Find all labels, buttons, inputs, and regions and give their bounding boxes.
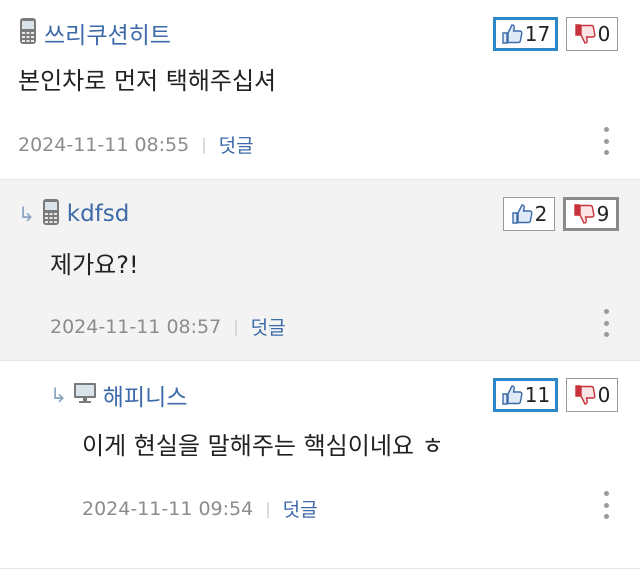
reply-arrow-icon: ↳ xyxy=(18,202,35,226)
comment-author[interactable]: 해피니스 xyxy=(103,378,188,412)
thumbs-down-icon xyxy=(574,23,596,45)
comment-timestamp: 2024-11-11 08:55 xyxy=(18,133,190,156)
upvote-count: 2 xyxy=(534,202,548,226)
more-options-icon[interactable] xyxy=(600,309,612,337)
thumbs-down-icon xyxy=(573,203,595,225)
comment-header: 쓰리쿠션히트 xyxy=(18,16,171,50)
upvote-button[interactable]: 17 xyxy=(493,17,558,51)
thumbs-down-icon xyxy=(574,384,596,406)
comment-header: ↳ 해피니스 xyxy=(50,378,188,412)
downvote-count: 0 xyxy=(597,383,611,407)
upvote-button[interactable]: 11 xyxy=(493,378,558,412)
meta-separator: | xyxy=(265,499,271,518)
vote-group: 17 0 xyxy=(493,17,618,51)
comment-meta: 2024-11-11 09:54 | 덧글 xyxy=(82,495,318,522)
comment-item: ↳ kdfsd 2 9 제가요?! 2024-11-11 08:57 | 덧글 xyxy=(0,180,640,361)
reply-link[interactable]: 덧글 xyxy=(251,313,286,340)
reply-arrow-icon: ↳ xyxy=(50,383,67,407)
thumbs-up-icon xyxy=(501,23,523,45)
comment-body: 제가요?! xyxy=(50,251,139,279)
desktop-computer-icon xyxy=(73,381,97,409)
upvote-count: 17 xyxy=(524,22,551,46)
mobile-phone-icon xyxy=(18,17,38,49)
comment-timestamp: 2024-11-11 08:57 xyxy=(50,315,222,338)
meta-separator: | xyxy=(233,317,239,336)
comment-timestamp: 2024-11-11 09:54 xyxy=(82,497,254,520)
vote-group: 2 9 xyxy=(503,197,619,231)
thumbs-up-icon xyxy=(501,384,523,406)
downvote-count: 9 xyxy=(596,202,610,226)
comment-body: 본인차로 먼저 택해주십셔 xyxy=(18,67,277,95)
reply-link[interactable]: 덧글 xyxy=(219,131,254,158)
upvote-count: 11 xyxy=(524,383,551,407)
downvote-button[interactable]: 0 xyxy=(566,17,618,51)
downvote-button[interactable]: 0 xyxy=(566,378,618,412)
comment-body: 이게 현실을 말해주는 핵심이네요 ㅎ xyxy=(82,432,444,460)
comment-author[interactable]: kdfsd xyxy=(67,201,130,227)
downvote-button[interactable]: 9 xyxy=(563,197,619,231)
reply-link[interactable]: 덧글 xyxy=(283,495,318,522)
comment-author[interactable]: 쓰리쿠션히트 xyxy=(44,16,171,50)
more-options-icon[interactable] xyxy=(600,491,612,519)
comment-item: ↳ 해피니스 11 0 이게 현실을 말해주는 핵심이네요 ㅎ 2024-11- xyxy=(0,361,640,569)
upvote-button[interactable]: 2 xyxy=(503,197,555,231)
mobile-phone-icon xyxy=(41,198,61,230)
vote-group: 11 0 xyxy=(493,378,618,412)
downvote-count: 0 xyxy=(597,22,611,46)
more-options-icon[interactable] xyxy=(600,127,612,155)
comment-meta: 2024-11-11 08:55 | 덧글 xyxy=(18,131,254,158)
thumbs-up-icon xyxy=(511,203,533,225)
comment-item: 쓰리쿠션히트 17 0 본인차로 먼저 택해주십셔 2024-11-11 08:… xyxy=(0,0,640,180)
comment-header: ↳ kdfsd xyxy=(18,199,129,229)
meta-separator: | xyxy=(201,135,207,154)
comment-meta: 2024-11-11 08:57 | 덧글 xyxy=(50,313,286,340)
